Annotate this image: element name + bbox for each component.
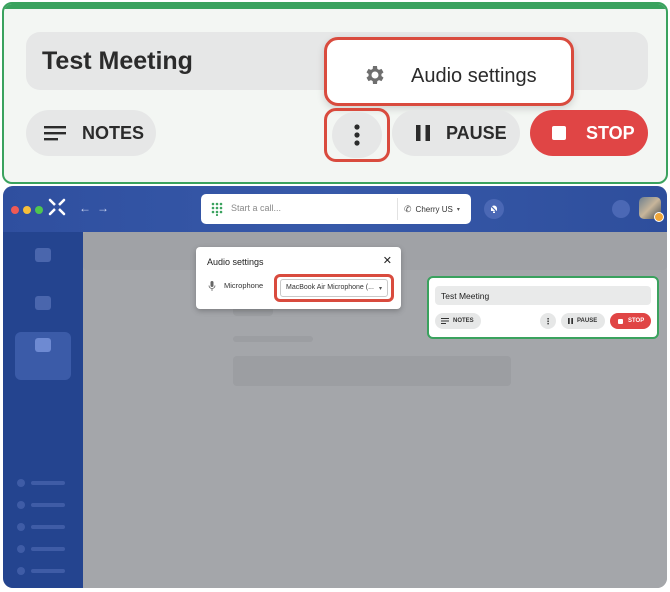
stop-square-icon — [552, 126, 566, 140]
stop-label: STOP — [586, 122, 635, 143]
audio-settings-dialog: Audio settings ✕ Microphone MacBook Air … — [196, 247, 401, 309]
audio-settings-label: Audio settings — [411, 65, 537, 87]
sidebar — [3, 232, 83, 588]
more-options-button[interactable] — [332, 112, 382, 158]
chevron-down-icon: ▾ — [456, 206, 460, 213]
meeting-mini-widget: Test Meeting NOTES ⋮ PAUSE STOP — [427, 276, 659, 339]
zoom-accent-strip — [4, 4, 666, 9]
mini-more-options-button[interactable]: ⋮ — [540, 313, 556, 329]
dialog-title: Audio settings — [207, 257, 264, 267]
mini-notes-label: NOTES — [453, 318, 474, 324]
mini-pause-button[interactable]: PAUSE — [561, 313, 605, 329]
app-titlebar: ← → Start a call... ✆ Cherry US ▾ — [3, 186, 667, 232]
start-call-bar[interactable]: Start a call... ✆ Cherry US ▾ — [201, 194, 471, 224]
notifications-button[interactable] — [484, 199, 504, 219]
mini-stop-button[interactable]: STOP — [610, 313, 651, 329]
app-logo-icon — [48, 198, 66, 216]
sidebar-link[interactable] — [17, 476, 77, 490]
pause-icon — [416, 125, 430, 141]
close-icon[interactable]: ✕ — [383, 254, 392, 267]
forward-arrow-icon[interactable]: → — [97, 201, 109, 215]
sidebar-icon — [35, 248, 51, 262]
microphone-select-value: MacBook Air Microphone (... — [286, 284, 374, 291]
pause-label: PAUSE — [446, 122, 507, 143]
region-selector[interactable]: ✆ Cherry US ▾ — [397, 198, 465, 220]
mini-stop-label: STOP — [628, 318, 645, 324]
app-window: ← → Start a call... ✆ Cherry US ▾ Audio … — [3, 186, 667, 588]
window-close-control[interactable] — [11, 206, 19, 214]
sidebar-link[interactable] — [17, 498, 77, 512]
phone-icon: ✆ — [404, 203, 412, 214]
sidebar-item-active[interactable] — [15, 332, 71, 380]
sidebar-link[interactable] — [17, 542, 77, 556]
sidebar-icon — [35, 296, 51, 310]
avatar[interactable] — [639, 197, 664, 222]
microphone-label: Microphone — [224, 281, 264, 290]
microphone-select[interactable]: MacBook Air Microphone (... ▾ — [280, 279, 388, 297]
sidebar-link[interactable] — [17, 520, 77, 534]
gear-icon — [366, 66, 384, 84]
pause-button[interactable]: PAUSE — [392, 110, 520, 156]
back-arrow-icon[interactable]: ← — [79, 201, 91, 215]
notes-lines-icon — [44, 126, 66, 141]
compact-view-button[interactable] — [612, 200, 630, 218]
sidebar-item-1[interactable] — [15, 242, 71, 282]
notes-button[interactable]: NOTES — [26, 110, 156, 156]
sidebar-item-2[interactable] — [15, 290, 71, 330]
pause-icon — [568, 318, 573, 324]
region-label: Cherry US — [415, 204, 453, 214]
sidebar-link[interactable] — [17, 564, 77, 578]
status-badge — [654, 212, 664, 222]
dialpad-icon — [211, 202, 223, 216]
microphone-icon — [208, 281, 216, 291]
more-vertical-icon: ⋮ — [544, 316, 552, 326]
stop-button[interactable]: STOP — [530, 110, 648, 156]
more-vertical-icon — [354, 124, 360, 146]
audio-settings-menu-item[interactable]: Audio settings — [324, 37, 574, 106]
meeting-title: Test Meeting — [42, 47, 193, 75]
mini-title-bar: Test Meeting — [435, 286, 651, 305]
mini-meeting-title: Test Meeting — [441, 291, 490, 301]
window-zoom-control[interactable] — [35, 206, 43, 214]
mini-notes-button[interactable]: NOTES — [435, 313, 481, 329]
zoomed-meeting-controls: Test Meeting Audio settings NOTES PAUSE — [2, 2, 668, 184]
notes-lines-icon — [441, 318, 449, 324]
bell-off-icon — [489, 204, 499, 214]
chevron-down-icon: ▾ — [378, 286, 382, 292]
start-call-placeholder[interactable]: Start a call... — [231, 203, 281, 213]
notes-label: NOTES — [82, 122, 145, 143]
sidebar-icon — [35, 338, 51, 352]
window-minimize-control[interactable] — [23, 206, 31, 214]
mini-pause-label: PAUSE — [577, 318, 598, 324]
stop-square-icon — [618, 318, 623, 324]
